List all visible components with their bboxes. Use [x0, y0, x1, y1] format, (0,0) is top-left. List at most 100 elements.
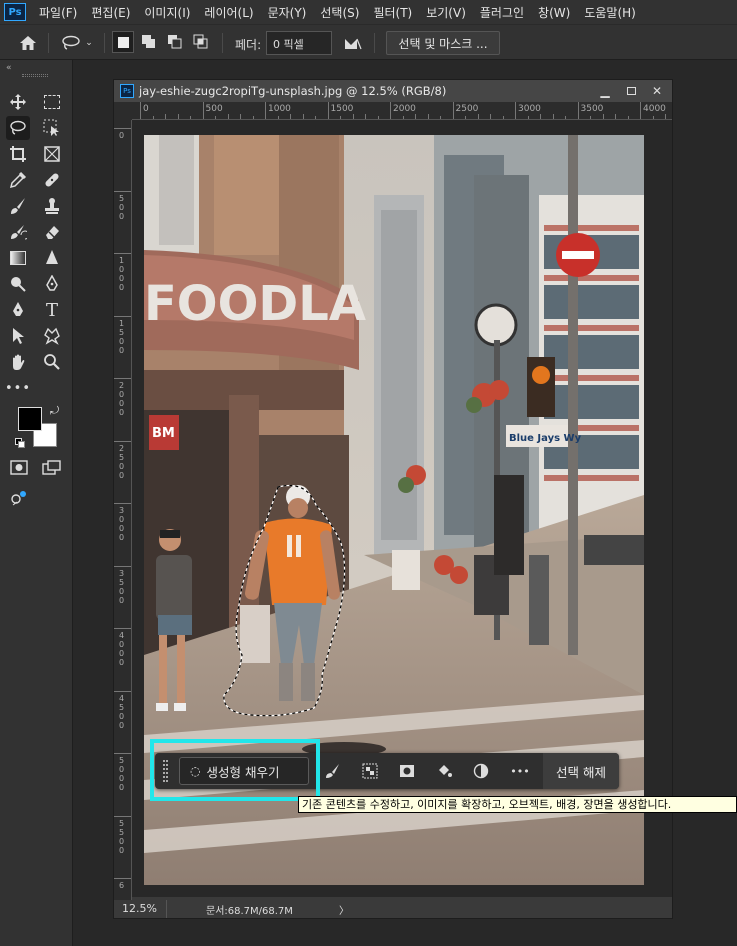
create-mask-icon[interactable] — [397, 761, 417, 781]
maximize-icon[interactable] — [620, 83, 642, 99]
chevron-down-icon: ⌄ — [85, 38, 93, 48]
intersect-selection-button[interactable] — [190, 31, 212, 53]
menu-layer[interactable]: 레이어(L) — [197, 4, 260, 21]
ruler-label: 1 0 0 0 — [119, 256, 125, 292]
menu-plugins[interactable]: 플러그인 — [473, 4, 531, 21]
screen-mode-icon[interactable] — [40, 456, 64, 480]
share-icon[interactable] — [7, 486, 31, 510]
status-bar: 12.5% 문서:68.7M/68.7M 〉 — [114, 900, 672, 918]
ruler-label: 2 0 0 0 — [119, 381, 125, 417]
menu-file[interactable]: 파일(F) — [32, 4, 84, 21]
ruler-label: 0 — [119, 131, 125, 140]
ruler-label: 5 0 0 0 — [119, 756, 125, 792]
ruler-label: 2000 — [393, 104, 416, 114]
menu-view[interactable]: 보기(V) — [419, 4, 473, 21]
gradient-tool-icon[interactable] — [6, 246, 30, 270]
move-tool-icon[interactable] — [6, 90, 30, 114]
ruler-tick — [515, 102, 516, 119]
eraser-tool-icon[interactable] — [40, 220, 64, 244]
menu-image[interactable]: 이미지(I) — [137, 4, 197, 21]
collapse-icon[interactable]: « — [6, 63, 12, 73]
eyedropper-tool-icon[interactable] — [6, 168, 30, 192]
marquee-tool-icon[interactable] — [40, 90, 64, 114]
dodge-tool-icon[interactable] — [6, 272, 30, 296]
lasso-icon — [62, 35, 80, 50]
invert-selection-icon[interactable] — [360, 761, 380, 781]
lasso-preset-picker[interactable]: ⌄ — [56, 31, 98, 55]
ruler-tick — [140, 102, 141, 119]
status-menu-arrow-icon[interactable]: 〉 — [339, 902, 349, 917]
feather-input[interactable]: 0 픽셀 — [266, 31, 332, 55]
ruler-tick — [202, 102, 204, 119]
minimize-icon[interactable]: ▁ — [594, 83, 616, 99]
ruler-label: 1000 — [268, 104, 291, 114]
new-selection-button[interactable] — [112, 31, 134, 53]
ruler-label: 3 0 0 0 — [119, 506, 125, 542]
vertical-ruler: 0 5 0 0 1 0 0 0 1 5 0 0 2 0 0 0 2 5 0 0 3 0 0 … — [114, 120, 132, 900]
anti-alias-icon[interactable] — [340, 31, 366, 55]
ruler-tick — [114, 378, 131, 379]
menu-select[interactable]: 선택(S) — [313, 4, 366, 21]
zoom-level[interactable]: 12.5% — [122, 902, 157, 915]
document-title-bar[interactable]: Ps jay-eshie-zugc2ropiTg-unsplash.jpg @ … — [114, 80, 672, 102]
foreground-color-swatch[interactable] — [18, 407, 42, 431]
swap-colors-icon[interactable]: ⤾ — [50, 404, 59, 418]
healing-brush-tool-icon[interactable] — [40, 168, 64, 192]
clone-stamp-tool-icon[interactable] — [40, 194, 64, 218]
ruler-tick — [114, 440, 131, 442]
menu-bar: Ps 파일(F) 편집(E) 이미지(I) 레이어(L) 문자(Y) 선택(S)… — [0, 0, 737, 24]
select-and-mask-button[interactable]: 선택 및 마스크 ... — [386, 31, 500, 55]
menu-type[interactable]: 문자(Y) — [261, 4, 314, 21]
ruler-label: 5 5 0 0 — [119, 818, 125, 855]
brush-tool-icon[interactable] — [6, 194, 30, 218]
ruler-tick — [114, 503, 131, 504]
menu-filter[interactable]: 필터(T) — [366, 4, 419, 21]
ruler-tick — [114, 565, 131, 567]
adjustment-layer-icon[interactable] — [471, 761, 491, 781]
custom-shape-tool-icon[interactable] — [40, 324, 64, 348]
more-tools-icon[interactable]: ••• — [5, 376, 30, 400]
default-colors-icon[interactable] — [15, 438, 25, 448]
ruler-tick — [114, 690, 131, 692]
pen-tool-icon[interactable] — [40, 272, 64, 296]
document-size-info[interactable]: 문서:68.7M/68.7M — [206, 902, 293, 917]
tooltip: 기존 콘텐츠를 수정하고, 이미지를 확장하고, 오브젝트, 배경, 장면을 생… — [298, 796, 737, 813]
ruler-label: 1 5 0 0 — [119, 318, 125, 355]
horizontal-ruler: 0 500 1000 1500 2000 2500 3000 3500 4000 — [132, 102, 672, 120]
fill-selection-icon[interactable] — [434, 761, 454, 781]
ruler-tick — [577, 102, 579, 119]
menu-help[interactable]: 도움말(H) — [577, 4, 643, 21]
ruler-tick — [114, 628, 131, 629]
ruler-label: 3 5 0 0 — [119, 568, 125, 605]
modify-selection-brush-icon[interactable] — [323, 761, 343, 781]
ruler-tick — [114, 815, 131, 817]
shop-sign-text: BM — [152, 426, 175, 441]
ruler-tick — [114, 315, 131, 317]
type-tool-icon[interactable]: T — [40, 298, 64, 322]
lasso-tool-icon[interactable] — [6, 116, 30, 140]
crop-tool-icon[interactable] — [6, 142, 30, 166]
hand-tool-icon[interactable] — [6, 350, 30, 374]
tools-panel: « T ••• ⤾ — [0, 60, 73, 946]
ruler-label: 6 — [119, 881, 125, 890]
more-options-icon[interactable]: ••• — [510, 761, 530, 781]
menu-window[interactable]: 창(W) — [531, 4, 577, 21]
path-selection-tool-icon[interactable] — [6, 324, 30, 348]
deselect-button[interactable]: 선택 해제 — [543, 753, 619, 789]
ruler-label: 4 5 0 0 — [119, 693, 125, 730]
ruler-tick — [114, 878, 131, 879]
close-icon[interactable]: ✕ — [646, 83, 668, 99]
subtract-from-selection-button[interactable] — [164, 31, 186, 53]
quick-mask-icon[interactable] — [7, 456, 31, 480]
object-selection-tool-icon[interactable] — [40, 116, 64, 140]
home-icon[interactable] — [14, 31, 42, 55]
pen-tool-icon[interactable] — [6, 298, 30, 322]
ruler-tick — [114, 253, 131, 254]
zoom-tool-icon[interactable] — [40, 350, 64, 374]
menu-edit[interactable]: 편집(E) — [84, 4, 137, 21]
blur-tool-icon[interactable] — [40, 246, 64, 270]
add-to-selection-button[interactable] — [138, 31, 160, 53]
ruler-tick — [390, 102, 391, 119]
history-brush-tool-icon[interactable] — [6, 220, 30, 244]
frame-tool-icon[interactable] — [40, 142, 64, 166]
